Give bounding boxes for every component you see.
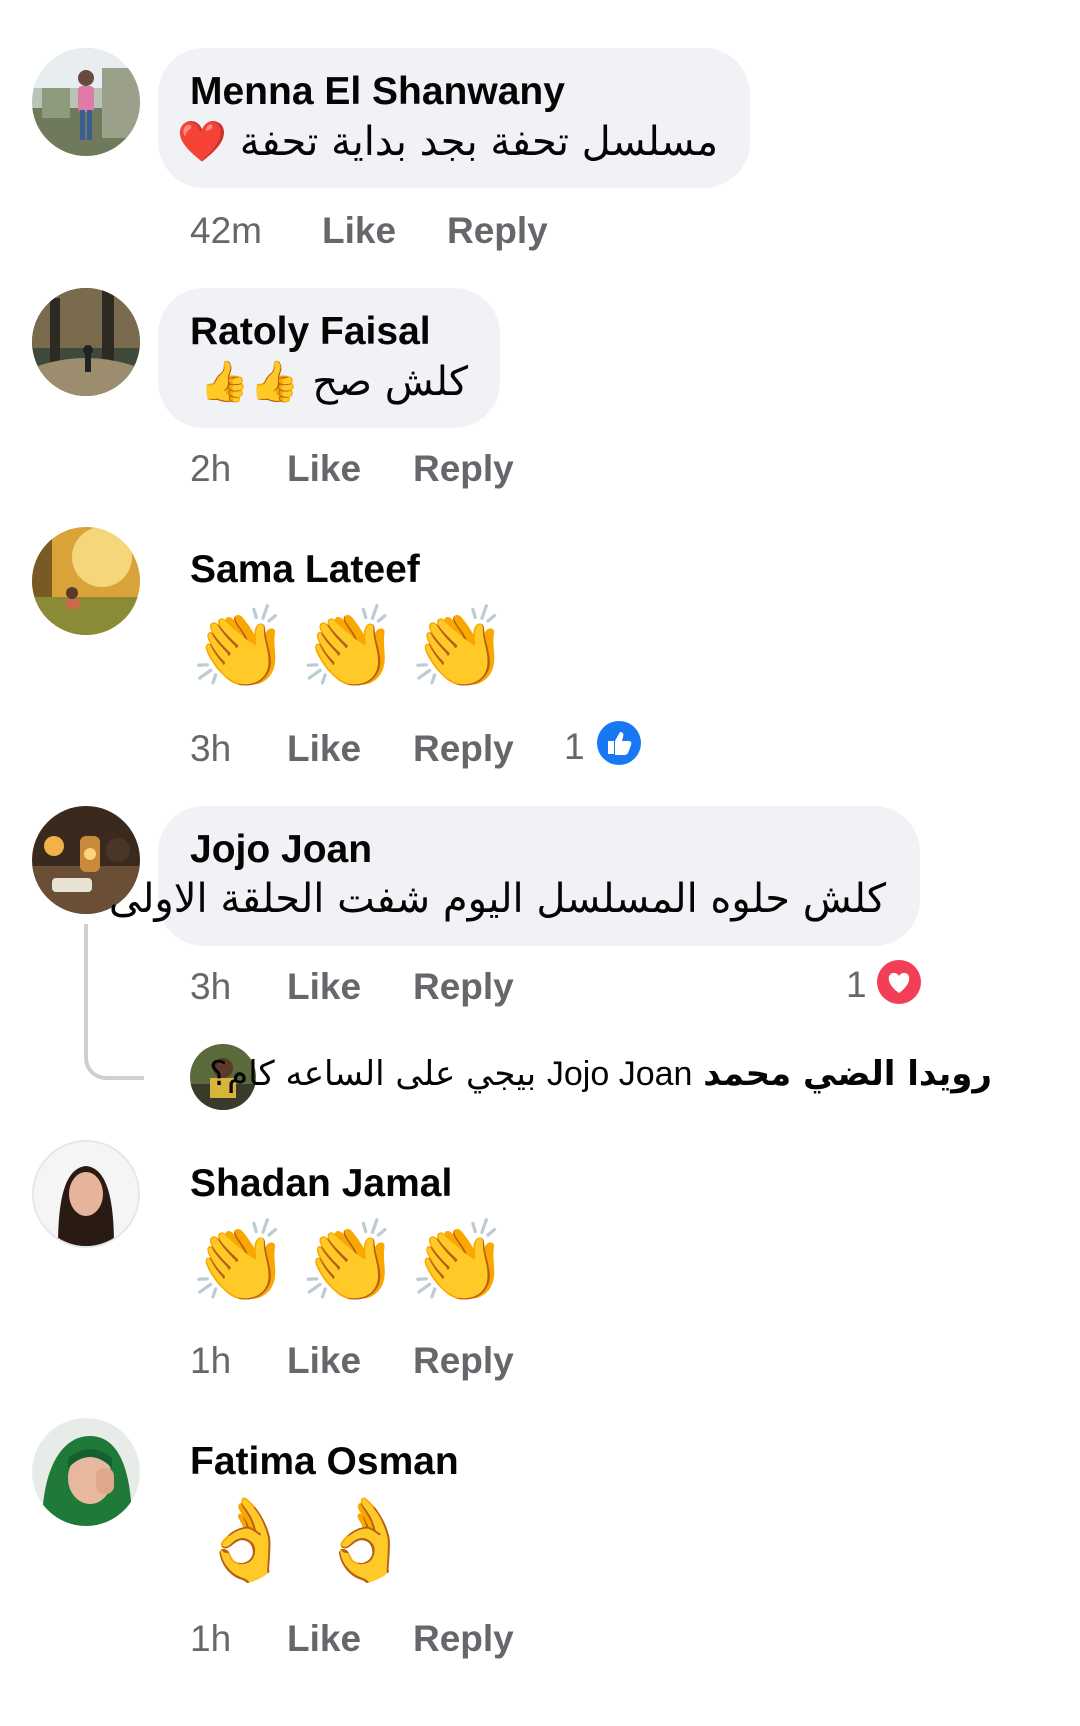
comment-timestamp[interactable]: 3h	[190, 966, 231, 1008]
comment-text: مسلسل تحفة بجد بداية تحفة ❤️	[177, 119, 718, 165]
comment-author[interactable]: Fatima Osman	[190, 1440, 459, 1484]
comment-timestamp[interactable]: 3h	[190, 728, 231, 770]
reply-button[interactable]: Reply	[413, 966, 514, 1008]
comment-text: كلش صح 👍👍	[199, 359, 468, 405]
comment-author[interactable]: Ratoly Faisal	[190, 310, 431, 354]
reply-thread-line	[84, 924, 144, 1080]
reply-button[interactable]: Reply	[447, 210, 548, 252]
avatar[interactable]	[32, 1418, 140, 1526]
comment-emoji-text: 👏👏👏	[190, 1215, 519, 1308]
reply-preview-body: بيجي على الساعه كام؟	[209, 1054, 537, 1094]
avatar[interactable]	[32, 527, 140, 635]
reply-button[interactable]: Reply	[413, 1618, 514, 1660]
reaction-count[interactable]: 1	[846, 964, 867, 1006]
reaction-count[interactable]: 1	[564, 726, 585, 768]
like-reaction-icon[interactable]	[596, 720, 642, 766]
reply-button[interactable]: Reply	[413, 1340, 514, 1382]
reply-preview-text[interactable]: رويدا الضي محمد Jojo Joan بيجي على الساع…	[209, 1054, 992, 1094]
comment-emoji-text: 👌👌	[196, 1493, 436, 1586]
reply-button[interactable]: Reply	[413, 728, 514, 770]
reply-preview-author[interactable]: رويدا الضي محمد	[703, 1054, 992, 1094]
like-button[interactable]: Like	[287, 966, 361, 1008]
love-reaction-icon[interactable]	[876, 959, 922, 1005]
comment-author[interactable]: Menna El Shanwany	[190, 70, 565, 114]
reply-button[interactable]: Reply	[413, 448, 514, 490]
avatar[interactable]	[32, 48, 140, 156]
like-button[interactable]: Like	[322, 210, 396, 252]
like-button[interactable]: Like	[287, 448, 361, 490]
comment-emoji-text: 👏👏👏	[190, 601, 519, 694]
avatar[interactable]	[32, 1140, 140, 1248]
like-button[interactable]: Like	[287, 728, 361, 770]
comment-author[interactable]: Shadan Jamal	[190, 1162, 452, 1206]
comment-timestamp[interactable]: 1h	[190, 1618, 231, 1660]
avatar[interactable]	[32, 288, 140, 396]
comment-text: كلش حلوه المسلسل اليوم شفت الحلقة الاولى	[108, 876, 886, 922]
like-button[interactable]: Like	[287, 1618, 361, 1660]
comment-author[interactable]: Jojo Joan	[190, 828, 372, 872]
reply-preview-mention[interactable]: Jojo Joan	[547, 1055, 693, 1093]
comment-timestamp[interactable]: 1h	[190, 1340, 231, 1382]
comment-timestamp[interactable]: 42m	[190, 210, 262, 252]
like-button[interactable]: Like	[287, 1340, 361, 1382]
comment-author[interactable]: Sama Lateef	[190, 548, 420, 592]
comment-timestamp[interactable]: 2h	[190, 448, 231, 490]
